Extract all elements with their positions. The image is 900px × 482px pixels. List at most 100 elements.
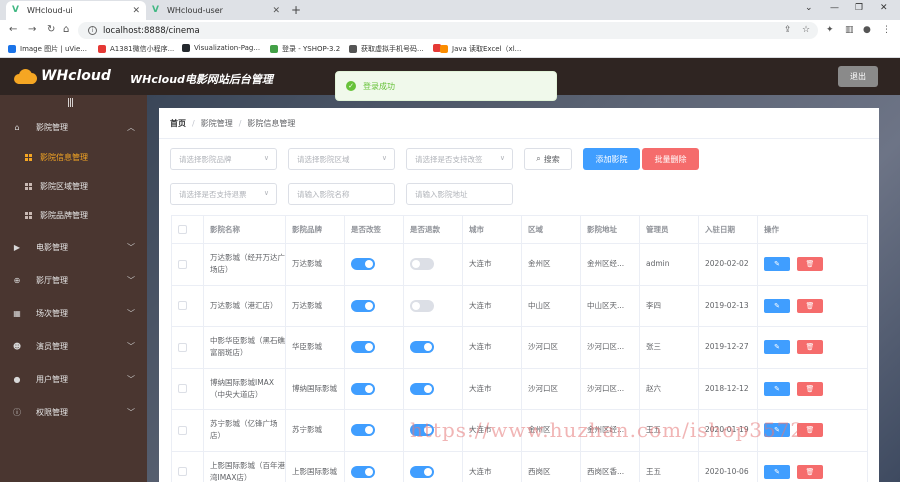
row-checkbox[interactable] bbox=[178, 301, 187, 311]
change-ticket-toggle[interactable] bbox=[351, 299, 375, 312]
maximize-icon[interactable]: ❐ bbox=[855, 3, 863, 13]
refund-toggle[interactable] bbox=[410, 299, 434, 312]
reload-icon[interactable]: ↻ bbox=[47, 24, 55, 35]
sidebar-item-hall-management[interactable]: ⊕ 影厅管理 ﹀ bbox=[0, 265, 147, 295]
cell-city: 大连市 bbox=[462, 368, 522, 410]
close-tab-icon[interactable]: ✕ bbox=[132, 6, 140, 16]
column-header: 是否退款 bbox=[403, 215, 463, 244]
change-ticket-toggle[interactable] bbox=[351, 382, 375, 395]
chevron-down-icon: ∨ bbox=[263, 154, 269, 162]
refund-toggle[interactable] bbox=[410, 382, 434, 395]
bookmark-item[interactable]: Java 读取Excel（xl... bbox=[440, 44, 521, 54]
cell-admin: 李四 bbox=[639, 285, 699, 327]
row-checkbox[interactable] bbox=[178, 384, 187, 394]
row-checkbox[interactable] bbox=[178, 467, 187, 477]
row-checkbox[interactable] bbox=[178, 425, 187, 435]
home-nav-icon[interactable]: ⌂ bbox=[63, 24, 69, 35]
cell-address: 沙河口区... bbox=[580, 326, 640, 369]
refund-toggle[interactable] bbox=[410, 258, 434, 271]
site-info-icon[interactable]: i bbox=[88, 26, 97, 35]
share-icon[interactable]: ⇪ bbox=[784, 25, 792, 35]
sidebar-item-movie-management[interactable]: ▶ 电影管理 ﹀ bbox=[0, 232, 147, 262]
select-placeholder: 请选择是否支持改签 bbox=[415, 154, 483, 164]
cell-name: 万达影城（港汇店） bbox=[203, 285, 286, 327]
sidebar-item-cinema-region[interactable]: 影院区域管理 bbox=[0, 172, 147, 201]
cinema-address-input[interactable]: 请输入影院地址 bbox=[406, 183, 513, 205]
row-checkbox[interactable] bbox=[178, 342, 187, 352]
sidebar-item-actor-management[interactable]: ☻ 演员管理 ﹀ bbox=[0, 331, 147, 361]
delete-button[interactable]: 🗑 bbox=[797, 257, 823, 272]
close-tab-icon[interactable]: ✕ bbox=[272, 6, 280, 16]
bookmark-item[interactable]: Image 图片 | uVie... bbox=[8, 44, 87, 54]
minimize-icon[interactable]: — bbox=[830, 3, 839, 13]
sidebar-item-cinema-info[interactable]: 影院信息管理 bbox=[0, 143, 147, 172]
search-button[interactable]: ⌕ 搜索 bbox=[524, 148, 572, 170]
sidebar-item-schedule-management[interactable]: ▦ 场次管理 ﹀ bbox=[0, 298, 147, 328]
upgrade-select[interactable]: 请选择是否支持改签 ∨ bbox=[406, 148, 513, 170]
delete-button[interactable]: 🗑 bbox=[797, 381, 823, 396]
bookmark-item[interactable]: 获取虚拟手机号码... bbox=[349, 44, 424, 54]
new-tab-icon[interactable]: + bbox=[291, 3, 301, 17]
url-field[interactable]: i localhost:8888/cinema bbox=[78, 22, 818, 39]
change-ticket-toggle[interactable] bbox=[351, 465, 375, 478]
browser-tab-whcloud-ui[interactable]: V WHcloud-ui ✕ bbox=[6, 1, 146, 20]
cinema-name-input[interactable]: 请输入影院名称 bbox=[288, 183, 395, 205]
url-text: localhost:8888/cinema bbox=[103, 25, 200, 36]
logout-button[interactable]: 退出 bbox=[838, 66, 878, 87]
change-toggle-cell bbox=[344, 368, 404, 410]
cell-city: 大连市 bbox=[462, 451, 522, 482]
cell-date: 2019-02-13 bbox=[698, 285, 758, 327]
edit-button[interactable]: ✎ bbox=[764, 464, 790, 479]
sidebar-item-cinema-management[interactable]: ⌂ 影院管理 ︿ bbox=[0, 112, 147, 142]
browser-tab-whcloud-user[interactable]: V WHcloud-user ✕ bbox=[146, 1, 286, 20]
change-ticket-toggle[interactable] bbox=[351, 424, 375, 437]
edit-button[interactable]: ✎ bbox=[764, 340, 790, 355]
sidebar-item-user-management[interactable]: ● 用户管理 ﹀ bbox=[0, 364, 147, 394]
back-icon[interactable]: ← bbox=[9, 24, 17, 35]
bookmark-item[interactable]: Visualization-Pag... bbox=[182, 44, 260, 52]
profile-icon[interactable]: ● bbox=[863, 25, 871, 35]
bookmark-item[interactable]: 登录 - YSHOP-3.2 bbox=[270, 44, 340, 54]
delete-button[interactable]: 🗑 bbox=[797, 464, 823, 479]
bookmark-label: Image 图片 | uVie... bbox=[20, 45, 87, 53]
bookmark-icon bbox=[8, 45, 16, 53]
close-window-icon[interactable]: ✕ bbox=[880, 3, 888, 13]
bookmark-item[interactable]: A1381微信小程序... bbox=[98, 44, 174, 54]
input-placeholder: 请输入影院名称 bbox=[297, 189, 350, 199]
change-ticket-toggle[interactable] bbox=[351, 258, 375, 271]
batch-delete-button[interactable]: 批量删除 bbox=[642, 148, 699, 170]
edit-button[interactable]: ✎ bbox=[764, 257, 790, 272]
sidebar-item-cinema-brand[interactable]: 影院品牌管理 bbox=[0, 201, 147, 230]
sidebar-item-label: 影院信息管理 bbox=[40, 153, 88, 162]
refund-select[interactable]: 请选择是否支持退票 ∨ bbox=[170, 183, 277, 205]
chevron-down-icon: ﹀ bbox=[127, 407, 135, 417]
forward-icon[interactable]: → bbox=[28, 24, 36, 35]
row-checkbox[interactable] bbox=[178, 259, 187, 269]
refund-toggle-cell bbox=[403, 451, 463, 482]
collapse-sidebar-icon[interactable]: ||| bbox=[67, 98, 74, 108]
tab-search-icon[interactable]: ⌄ bbox=[805, 3, 813, 13]
cell-admin: 赵六 bbox=[639, 368, 699, 410]
extensions-icon[interactable]: ✦ bbox=[826, 25, 834, 35]
brand-select[interactable]: 请选择影院品牌 ∨ bbox=[170, 148, 277, 170]
select-all-cell bbox=[171, 215, 204, 244]
edit-button[interactable]: ✎ bbox=[764, 381, 790, 396]
trash-icon: 🗑 bbox=[805, 384, 815, 393]
browser-menu-icon[interactable]: ⋮ bbox=[882, 25, 891, 35]
delete-button[interactable]: 🗑 bbox=[797, 340, 823, 355]
refund-toggle[interactable] bbox=[410, 341, 434, 354]
refund-toggle[interactable] bbox=[410, 465, 434, 478]
edit-button[interactable]: ✎ bbox=[764, 298, 790, 313]
delete-button[interactable]: 🗑 bbox=[797, 298, 823, 313]
change-ticket-toggle[interactable] bbox=[351, 341, 375, 354]
sidepanel-icon[interactable]: ▥ bbox=[845, 25, 854, 35]
sidebar-item-permission-management[interactable]: ⓘ 权限管理 ﹀ bbox=[0, 397, 147, 427]
breadcrumb: 首页 / 影院管理 / 影院信息管理 bbox=[170, 118, 295, 129]
row-actions-cell: ✎ 🗑 bbox=[757, 243, 868, 286]
breadcrumb-home[interactable]: 首页 bbox=[170, 118, 186, 129]
region-select[interactable]: 请选择影院区域 ∨ bbox=[288, 148, 395, 170]
pencil-icon: ✎ bbox=[774, 260, 780, 269]
bookmark-star-icon[interactable]: ☆ bbox=[802, 25, 810, 35]
select-all-checkbox[interactable] bbox=[178, 225, 187, 235]
add-cinema-button[interactable]: 添加影院 bbox=[583, 148, 640, 170]
